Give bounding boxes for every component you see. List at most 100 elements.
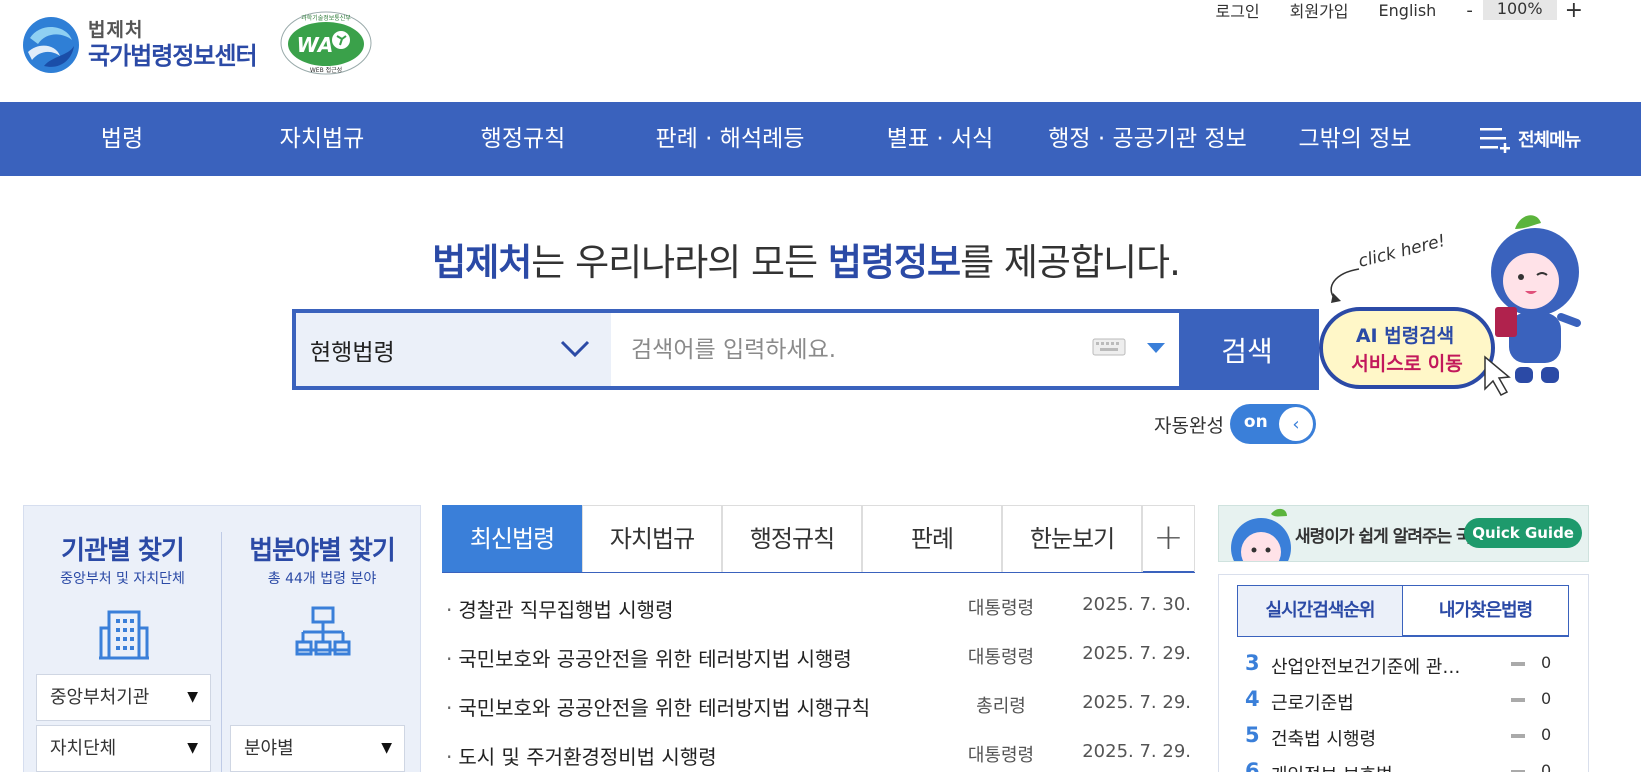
bullet-dot-icon: ·: [446, 745, 453, 769]
mascot-face-icon: [1231, 508, 1291, 561]
tab-realtime-ranking[interactable]: 실시간검색순위: [1237, 585, 1403, 636]
org-chart-icon: [295, 606, 351, 656]
search-category-value: 현행법령: [310, 339, 395, 366]
english-link[interactable]: English: [1379, 1, 1437, 20]
news-title-link[interactable]: · 국민보호와 공공안전을 위한 테러방지법 시행령: [446, 643, 852, 672]
search-button[interactable]: 검색: [1179, 313, 1315, 386]
news-title-link[interactable]: · 국민보호와 공공안전을 위한 테러방지법 시행규칙: [446, 692, 870, 721]
law-field-select-value: 분야별: [244, 738, 294, 759]
zoom-out-button[interactable]: -: [1466, 0, 1473, 21]
nav-item-admin-rules[interactable]: 행정규칙: [463, 102, 583, 176]
nav-item-local-ordinances[interactable]: 자치법규: [262, 102, 382, 176]
search-ranking-panel: 실시간검색순위 내가찾은법령 3 산업안전보건기준에 관… 0 4 근로기준법 …: [1218, 574, 1589, 772]
rank-number: 6: [1245, 759, 1260, 772]
central-agency-select-value: 중앙부처기관: [50, 687, 150, 708]
tab-precedents[interactable]: 판례: [862, 505, 1002, 572]
hero-title-strong-law: 법령정보: [827, 241, 961, 284]
search-category-select[interactable]: 현행법령: [296, 313, 611, 386]
law-field-select[interactable]: 분야별 ▼: [230, 725, 405, 772]
hero-title-strong-org: 법제처: [432, 241, 532, 284]
table-row: · 국민보호와 공공안전을 위한 테러방지법 시행규칙 총리령 2025. 7. …: [446, 692, 1191, 740]
news-type: 대통령령: [967, 647, 1035, 668]
news-date: 2025. 7. 29.: [1082, 692, 1191, 713]
ranking-tab-underline: [1237, 636, 1569, 637]
rank-law-link[interactable]: 개인정보 보호법: [1271, 761, 1393, 772]
rank-change: 0: [1541, 653, 1552, 672]
table-row: · 경찰관 직무집행법 시행령 대통령령 2025. 7. 30.: [446, 594, 1191, 642]
web-accessibility-badge: 과학기술정보통신부 WA WEB 접근성: [280, 11, 372, 75]
quick-guide-banner[interactable]: 새령이가 쉽게 알려주는 국법 Quick Guide: [1218, 505, 1589, 562]
keyboard-icon[interactable]: [1092, 336, 1126, 358]
hero-title-part1: 는 우리나라의 모든: [531, 241, 828, 284]
utility-menu: 로그인 회원가입 English - 100% +: [1215, 0, 1641, 23]
tab-admin-rules[interactable]: 행정규칙: [722, 505, 862, 572]
rank-change: 0: [1541, 689, 1552, 708]
local-government-select[interactable]: 자치단체 ▼: [36, 725, 211, 772]
nav-item-public-institutions[interactable]: 행정 · 공공기관 정보: [1040, 102, 1255, 176]
rank-change: 0: [1541, 761, 1552, 772]
tab-my-searched-laws[interactable]: 내가찾은법령: [1403, 585, 1569, 636]
news-date: 2025. 7. 29.: [1082, 741, 1191, 762]
autocomplete-toggle[interactable]: on ‹: [1229, 404, 1316, 444]
autocomplete-state: on: [1243, 412, 1268, 432]
wa-badge-bottom-text: WEB 접근성: [310, 66, 342, 74]
more-plus-button[interactable]: +: [1142, 505, 1195, 572]
nav-item-forms[interactable]: 별표 · 서식: [870, 102, 1010, 176]
tab-latest-laws[interactable]: 최신법령: [442, 505, 582, 572]
mascot-character-icon: [1491, 215, 1581, 383]
no-change-dash-icon: [1511, 734, 1525, 738]
quick-guide-button[interactable]: Quick Guide: [1464, 518, 1582, 548]
list-item: 5 건축법 시행령 0: [1245, 723, 1561, 759]
finder-panel: 기관별 찾기 중앙부처 및 자치단체 법분야별 찾기 총 44개 법령 분야 중…: [23, 505, 421, 772]
news-type: 대통령령: [967, 745, 1035, 766]
wa-badge-top-text: 과학기술정보통신부: [301, 14, 351, 22]
rank-number: 5: [1245, 723, 1260, 747]
central-agency-select[interactable]: 중앙부처기관 ▼: [36, 674, 211, 721]
nav-item-other-info[interactable]: 그밖의 정보: [1290, 102, 1420, 176]
autocomplete-label: 자동완성: [1154, 414, 1224, 437]
ai-banner-line1: AI 법령검색: [1356, 325, 1454, 347]
all-menu-button[interactable]: 전체메뉴: [1478, 124, 1581, 154]
rank-law-link[interactable]: 건축법 시행령: [1271, 725, 1376, 751]
select-arrow-icon: ▼: [381, 740, 392, 756]
ai-law-search-banner[interactable]: click here! AI 법령검색 서비스로 이동: [1315, 207, 1587, 403]
select-arrow-icon: ▼: [187, 689, 198, 705]
nav-item-laws[interactable]: 법령: [72, 102, 172, 176]
news-date: 2025. 7. 29.: [1082, 643, 1191, 664]
toggle-knob-chevron-icon: ‹: [1278, 407, 1313, 441]
keyboard-dropdown-icon[interactable]: [1146, 341, 1166, 355]
bullet-dot-icon: ·: [446, 647, 453, 671]
search-input[interactable]: [611, 313, 1171, 386]
nav-item-precedents[interactable]: 판례 · 해석례등: [640, 102, 820, 176]
logo-swirl-icon: [23, 17, 79, 73]
site-logo[interactable]: 법제처 국가법령정보센터: [22, 16, 258, 74]
news-title-text: 국민보호와 공공안전을 위한 테러방지법 시행령: [458, 647, 852, 671]
rank-law-link[interactable]: 산업안전보건기준에 관…: [1271, 653, 1460, 679]
zoom-in-button[interactable]: +: [1565, 0, 1583, 23]
autocomplete-control: 자동완성 on ‹: [1154, 404, 1316, 444]
agency-finder-title[interactable]: 기관별 찾기: [24, 530, 221, 567]
search-box: 현행법령 검색: [292, 309, 1319, 390]
site-header: 법제처 국가법령정보센터 과학기술정보통신부 WA WEB 접근성 로그인 회원…: [0, 0, 1641, 102]
rank-number: 3: [1245, 651, 1260, 675]
signup-link[interactable]: 회원가입: [1290, 0, 1349, 22]
bullet-dot-icon: ·: [446, 696, 453, 720]
wa-badge-mark-text: WA: [297, 33, 334, 57]
building-icon: [99, 610, 149, 660]
rank-change: 0: [1541, 725, 1552, 744]
zoom-level: 100%: [1482, 0, 1557, 20]
rank-law-link[interactable]: 근로기준법: [1271, 689, 1354, 715]
news-type: 총리령: [976, 696, 1026, 717]
news-title-link[interactable]: · 도시 및 주거환경정비법 시행령: [446, 741, 717, 770]
tab-overview[interactable]: 한눈보기: [1002, 505, 1142, 572]
login-link[interactable]: 로그인: [1215, 0, 1259, 22]
no-change-dash-icon: [1511, 698, 1525, 702]
local-government-select-value: 자치단체: [50, 738, 117, 759]
list-item: 6 개인정보 보호법 0: [1245, 759, 1561, 772]
tab-local-ordinances[interactable]: 자치법규: [582, 505, 722, 572]
field-finder-title[interactable]: 법분야별 찾기: [222, 530, 422, 567]
news-title-text: 국민보호와 공공안전을 위한 테러방지법 시행규칙: [458, 696, 871, 720]
rank-number: 4: [1245, 687, 1260, 711]
news-title-link[interactable]: · 경찰관 직무집행법 시행령: [446, 594, 673, 623]
no-change-dash-icon: [1511, 662, 1525, 666]
